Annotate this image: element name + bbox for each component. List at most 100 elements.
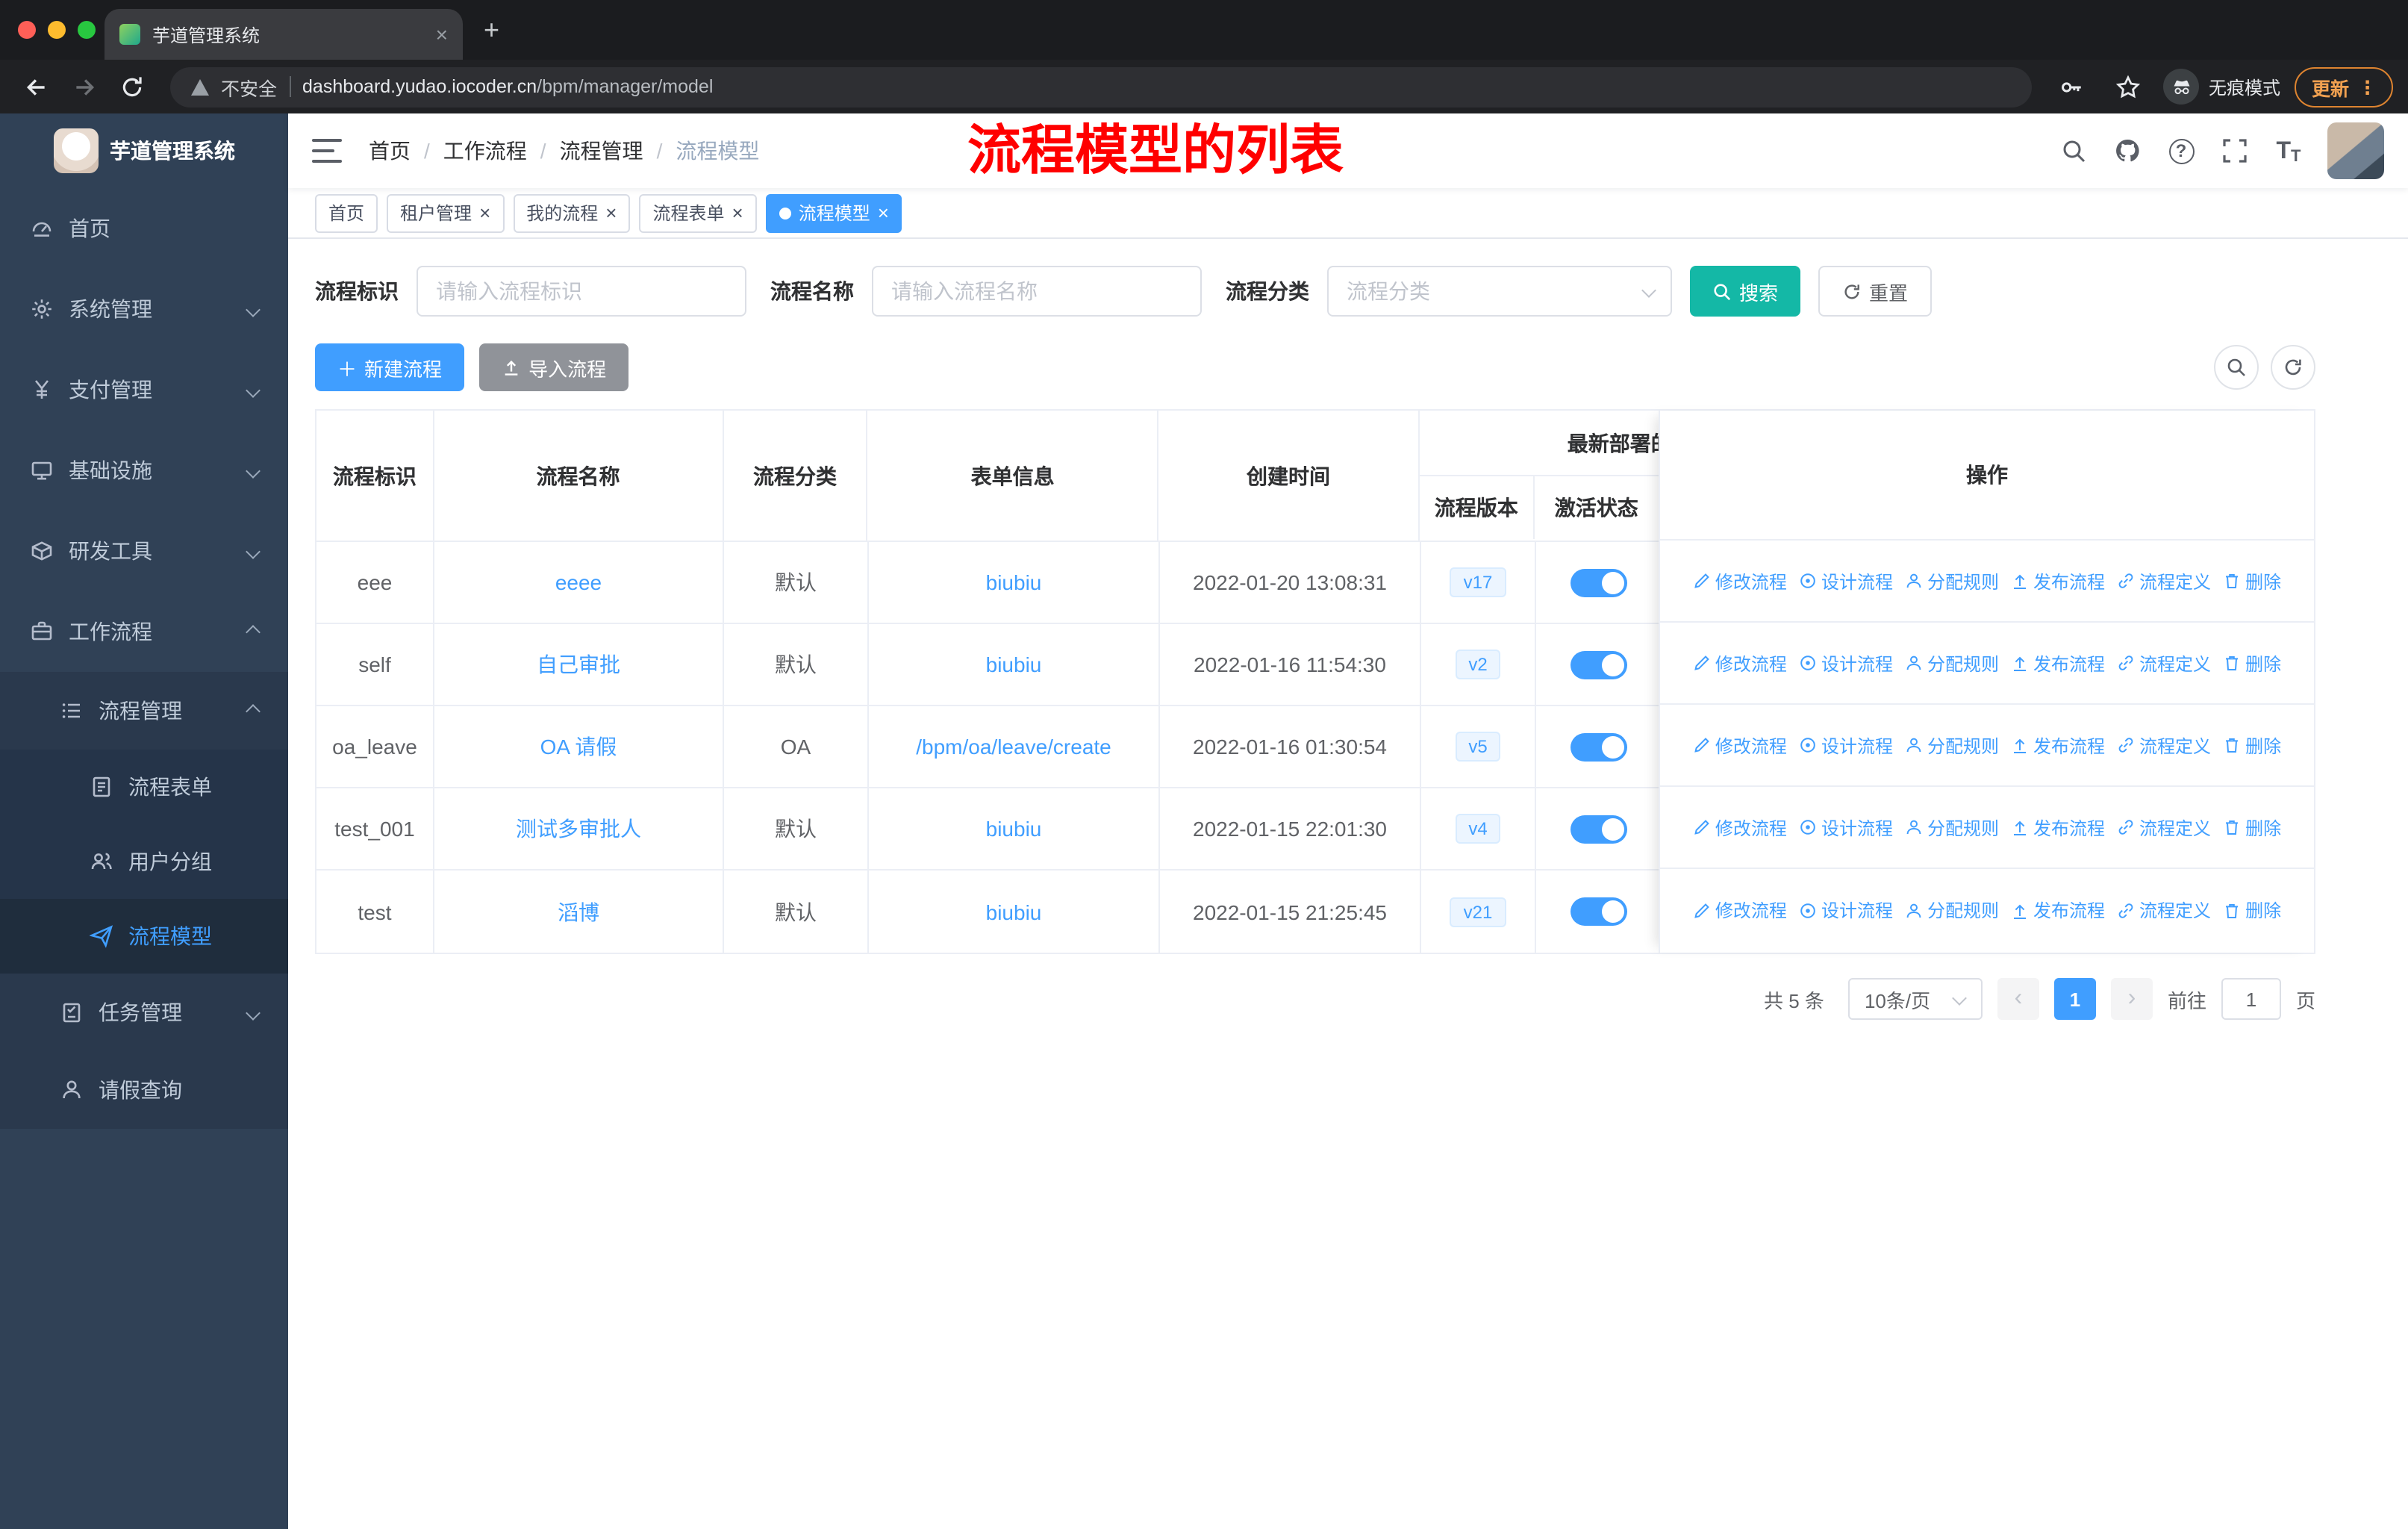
form-link[interactable]: biubiu (986, 900, 1042, 924)
sidebar-item-请假查询[interactable]: 请假查询 (0, 1051, 288, 1129)
action-publish[interactable]: 发布流程 (2011, 897, 2105, 923)
reset-button[interactable]: 重置 (1818, 266, 1933, 317)
action-design[interactable]: 设计流程 (1799, 732, 1893, 758)
action-delete[interactable]: 删除 (2223, 732, 2281, 758)
back-icon[interactable] (15, 66, 57, 108)
category-select[interactable]: 流程分类 (1327, 266, 1672, 317)
sidebar-logo[interactable]: 芋道管理系统 (0, 113, 288, 188)
forward-icon[interactable] (63, 66, 105, 108)
action-define[interactable]: 流程定义 (2117, 897, 2211, 923)
active-toggle[interactable] (1570, 732, 1626, 761)
browser-tab[interactable]: 芋道管理系统 × (105, 9, 463, 60)
model-name-link[interactable]: 滔博 (558, 897, 599, 927)
reload-icon[interactable] (110, 66, 152, 108)
sidebar-item-流程模型[interactable]: 流程模型 (0, 899, 288, 974)
form-link[interactable]: /bpm/oa/leave/create (916, 735, 1111, 759)
search-icon[interactable] (2059, 136, 2089, 166)
tab-close-icon[interactable]: × (436, 22, 448, 46)
active-toggle[interactable] (1570, 568, 1626, 597)
refresh-icon[interactable] (2271, 345, 2315, 390)
import-process-button[interactable]: 导入流程 (479, 343, 629, 391)
model-name-link[interactable]: 自己审批 (537, 650, 620, 679)
new-tab-button[interactable]: + (463, 14, 520, 46)
bookmark-star-icon[interactable] (2107, 66, 2149, 108)
chrome-update-button[interactable]: 更新 ⋮ (2295, 66, 2393, 107)
breadcrumb-item[interactable]: 首页 (369, 136, 411, 166)
action-assign[interactable]: 分配规则 (1905, 815, 1999, 840)
search-button[interactable]: 搜索 (1690, 266, 1801, 317)
tag-close-icon[interactable]: × (732, 203, 743, 222)
form-link[interactable]: biubiu (986, 653, 1042, 676)
sidebar-item-流程管理[interactable]: 流程管理 (0, 672, 288, 750)
sidebar-item-任务管理[interactable]: 任务管理 (0, 974, 288, 1051)
action-delete[interactable]: 删除 (2223, 897, 2281, 923)
sidebar-item-用户分组[interactable]: 用户分组 (0, 824, 288, 899)
goto-page-input[interactable] (2221, 978, 2281, 1020)
github-icon[interactable] (2112, 136, 2142, 166)
active-toggle[interactable] (1570, 897, 1626, 926)
action-assign[interactable]: 分配规则 (1905, 650, 1999, 676)
action-edit[interactable]: 修改流程 (1693, 732, 1787, 758)
action-assign[interactable]: 分配规则 (1905, 568, 1999, 594)
process-name-input[interactable] (872, 266, 1202, 317)
tag-close-icon[interactable]: × (479, 203, 490, 222)
action-assign[interactable]: 分配规则 (1905, 732, 1999, 758)
form-link[interactable]: biubiu (986, 570, 1042, 594)
current-page-button[interactable]: 1 (2053, 978, 2096, 1020)
breadcrumb-item[interactable]: 流程管理 (560, 136, 643, 166)
action-delete[interactable]: 删除 (2223, 815, 2281, 840)
sidebar-item-首页[interactable]: 首页 (0, 188, 288, 269)
action-edit[interactable]: 修改流程 (1693, 897, 1787, 923)
model-name-link[interactable]: eeee (555, 570, 602, 594)
sidebar-item-基础设施[interactable]: 基础设施 (0, 430, 288, 511)
action-publish[interactable]: 发布流程 (2011, 815, 2105, 840)
tag-流程表单[interactable]: 流程表单 × (639, 193, 757, 232)
tag-我的流程[interactable]: 我的流程 × (513, 193, 631, 232)
model-name-link[interactable]: 测试多审批人 (516, 814, 641, 844)
sidebar-item-研发工具[interactable]: 研发工具 (0, 511, 288, 591)
sidebar-item-系统管理[interactable]: 系统管理 (0, 269, 288, 349)
action-define[interactable]: 流程定义 (2117, 815, 2211, 840)
version-badge[interactable]: v17 (1450, 567, 1506, 597)
tag-close-icon[interactable]: × (878, 203, 889, 222)
model-name-link[interactable]: OA 请假 (540, 732, 617, 762)
action-delete[interactable]: 删除 (2223, 568, 2281, 594)
action-assign[interactable]: 分配规则 (1905, 897, 1999, 923)
breadcrumb-item[interactable]: 工作流程 (443, 136, 527, 166)
sidebar-item-工作流程[interactable]: 工作流程 (0, 591, 288, 672)
close-window-button[interactable] (18, 21, 36, 39)
tag-close-icon[interactable]: × (605, 203, 617, 222)
action-delete[interactable]: 删除 (2223, 650, 2281, 676)
process-id-input[interactable] (417, 266, 746, 317)
tag-租户管理[interactable]: 租户管理 × (387, 193, 505, 232)
tag-首页[interactable]: 首页 (315, 193, 378, 232)
fullscreen-icon[interactable] (2220, 136, 2250, 166)
chrome-menu-icon[interactable]: ⋮ (2358, 75, 2377, 98)
action-publish[interactable]: 发布流程 (2011, 732, 2105, 758)
version-badge[interactable]: v21 (1450, 897, 1506, 927)
action-design[interactable]: 设计流程 (1799, 815, 1893, 840)
action-design[interactable]: 设计流程 (1799, 897, 1893, 923)
sidebar-toggle-icon[interactable] (312, 139, 342, 163)
action-define[interactable]: 流程定义 (2117, 568, 2211, 594)
action-design[interactable]: 设计流程 (1799, 650, 1893, 676)
active-toggle[interactable] (1570, 650, 1626, 679)
action-design[interactable]: 设计流程 (1799, 568, 1893, 594)
toggle-search-icon[interactable] (2214, 345, 2259, 390)
minimize-window-button[interactable] (48, 21, 66, 39)
form-link[interactable]: biubiu (986, 817, 1042, 841)
url-bar[interactable]: 不安全 dashboard.yudao.iocoder.cn/bpm/manag… (170, 66, 2033, 107)
action-edit[interactable]: 修改流程 (1693, 815, 1787, 840)
tag-流程模型[interactable]: 流程模型 × (765, 193, 902, 232)
version-badge[interactable]: v4 (1455, 814, 1501, 844)
user-avatar[interactable] (2327, 122, 2384, 179)
page-size-select[interactable]: 10条/页 (1847, 978, 1983, 1020)
font-size-icon[interactable]: TT (2274, 136, 2303, 166)
action-define[interactable]: 流程定义 (2117, 650, 2211, 676)
action-edit[interactable]: 修改流程 (1693, 650, 1787, 676)
security-label[interactable]: 不安全 (221, 72, 277, 101)
maximize-window-button[interactable] (78, 21, 96, 39)
next-page-button[interactable]: › (2110, 978, 2153, 1020)
help-icon[interactable]: ? (2166, 136, 2196, 166)
active-toggle[interactable] (1570, 815, 1626, 843)
